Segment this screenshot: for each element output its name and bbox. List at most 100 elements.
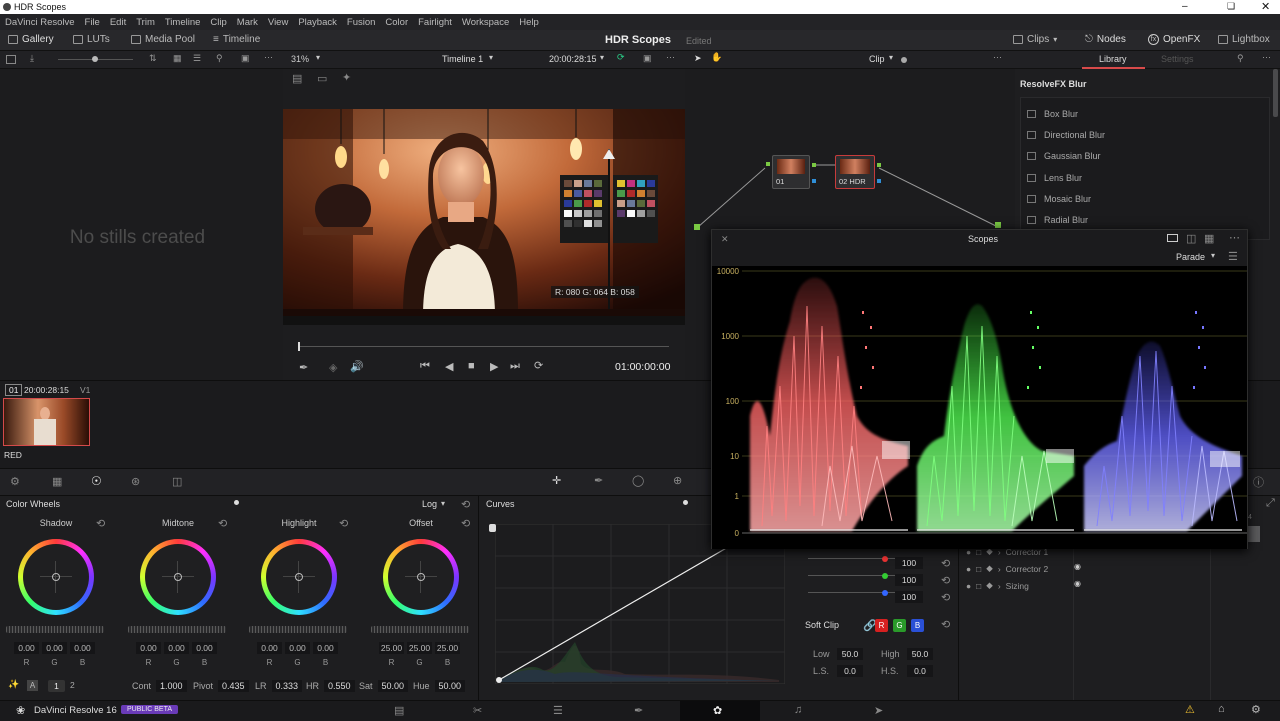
library-item-radial-blur[interactable]: Radial Blur — [1027, 215, 1088, 225]
close-icon[interactable]: ✕ — [721, 234, 729, 245]
slider-handle-b[interactable] — [882, 590, 888, 596]
menu-item[interactable]: Trim — [136, 17, 155, 28]
soft-clip-blue-button[interactable]: B — [911, 619, 924, 632]
chevron-right-icon[interactable]: › — [998, 564, 1001, 574]
menu-item[interactable]: Fairlight — [418, 17, 452, 28]
wheel-ring[interactable] — [261, 539, 337, 615]
ls-value[interactable]: 0.0 — [837, 665, 863, 677]
play-reverse-icon[interactable]: ◀ — [445, 360, 453, 373]
settings-gear-icon[interactable]: ⚙ — [1251, 703, 1261, 716]
wheel-puck[interactable] — [295, 573, 303, 581]
curves-icon[interactable]: ✛ — [552, 474, 561, 487]
chevron-down-icon[interactable]: ▾ — [1211, 251, 1215, 260]
menu-item[interactable]: Mark — [237, 17, 258, 28]
tab-library[interactable]: Library — [1099, 54, 1127, 64]
reset-icon[interactable]: ⟲ — [941, 557, 950, 570]
volume-icon[interactable]: 🔊 — [350, 360, 364, 373]
channel-slider-g[interactable] — [808, 575, 903, 576]
menu-item[interactable]: Edit — [110, 17, 126, 28]
tab-settings[interactable]: Settings — [1161, 54, 1194, 64]
value-g[interactable]: 0.00 — [42, 642, 67, 654]
reset-icon[interactable]: ⟲ — [461, 517, 470, 530]
contrast-value[interactable]: 1.000 — [156, 680, 187, 692]
node-mode-selector[interactable]: Clip — [869, 54, 885, 64]
value-b[interactable]: 0.00 — [70, 642, 95, 654]
menu-item[interactable]: Fusion — [347, 17, 376, 28]
import-still-icon[interactable]: ⤓ — [30, 53, 34, 64]
nodes-button[interactable]: ⎋ Nodes — [1085, 34, 1126, 45]
scope-type-selector[interactable]: Parade — [1176, 252, 1205, 262]
page-indicator[interactable] — [683, 500, 688, 505]
menu-item[interactable]: Help — [519, 17, 539, 28]
timeline-button[interactable]: ≡ Timeline — [213, 34, 260, 45]
edit-page-icon[interactable]: ☰ — [553, 704, 563, 717]
value-g[interactable]: 0.00 — [164, 642, 189, 654]
scope-settings-icon[interactable]: ☰ — [1228, 250, 1238, 263]
channel-value-r[interactable]: 100 — [895, 557, 923, 569]
curve-point-handle[interactable] — [489, 524, 496, 532]
master-wheel[interactable] — [6, 626, 104, 633]
info-icon[interactable]: ⓘ — [1253, 474, 1264, 490]
auto-color-icon[interactable]: A — [27, 680, 38, 691]
zoom-level[interactable]: 31% — [291, 54, 309, 64]
contrast-control[interactable]: Cont 1.000 — [132, 680, 187, 692]
restore-icon[interactable]: ❏ — [1227, 1, 1235, 12]
wheel-ring[interactable] — [383, 539, 459, 615]
node-01[interactable]: 01 — [772, 155, 810, 189]
soft-clip-red-button[interactable]: R — [875, 619, 888, 632]
slider-handle[interactable] — [92, 56, 98, 62]
fairlight-page-icon[interactable]: ♫ — [794, 704, 802, 716]
more-options-icon[interactable]: ⋯ — [993, 52, 1002, 63]
reset-icon[interactable]: ⟲ — [941, 574, 950, 587]
reset-icon[interactable]: ⟲ — [941, 591, 950, 604]
menu-item[interactable]: File — [85, 17, 100, 28]
value-b[interactable]: 0.00 — [313, 642, 338, 654]
timeline-selector[interactable]: Timeline 1 — [442, 54, 483, 64]
motion-effects-icon[interactable]: ◫ — [172, 475, 182, 488]
minimize-icon[interactable]: – — [1182, 1, 1188, 12]
node-02-hdr[interactable]: 02 HDR — [835, 155, 875, 189]
skip-to-start-icon[interactable]: ⏮ — [420, 360, 430, 373]
chevron-down-icon[interactable]: ▾ — [600, 53, 604, 62]
scrubber-track[interactable] — [299, 346, 669, 347]
lock-icon[interactable]: □ — [976, 564, 981, 574]
gallery-button[interactable]: Gallery — [8, 34, 54, 45]
low-value[interactable]: 50.0 — [837, 648, 863, 660]
fit-icon[interactable]: ▣ — [241, 53, 250, 64]
search-icon[interactable]: ⚲ — [216, 53, 223, 64]
cut-page-icon[interactable]: ✂ — [473, 704, 482, 717]
chevron-down-icon[interactable]: ▾ — [316, 53, 320, 62]
search-icon[interactable]: ⚲ — [1237, 53, 1244, 64]
value-r[interactable]: 25.00 — [379, 642, 404, 654]
reset-icon[interactable]: ⟲ — [96, 517, 105, 530]
quad-layout-icon[interactable]: ▦ — [1204, 232, 1214, 245]
dual-layout-icon[interactable]: ◫ — [1186, 232, 1196, 245]
grid-view-icon[interactable]: ▦ — [173, 53, 182, 64]
color-wheels-icon[interactable]: ☉ — [91, 474, 102, 488]
sidebar-toggle-icon[interactable] — [6, 55, 16, 64]
window-icon[interactable]: ◯ — [632, 474, 644, 487]
adjust-page-2[interactable]: 2 — [70, 680, 75, 690]
wheel-ring[interactable] — [18, 539, 94, 615]
expand-icon[interactable]: ⤢ — [1266, 497, 1275, 510]
tracker-icon[interactable]: ⊕ — [673, 474, 682, 487]
close-icon[interactable]: ✕ — [1261, 0, 1270, 13]
menu-item[interactable]: DaVinci Resolve — [5, 17, 75, 28]
fusion-page-icon[interactable]: ✒ — [634, 704, 643, 717]
lightbox-button[interactable]: Lightbox — [1218, 34, 1270, 45]
library-item-mosaic-blur[interactable]: Mosaic Blur — [1027, 194, 1091, 204]
lock-icon[interactable]: □ — [976, 581, 981, 591]
wheel-ring[interactable] — [140, 539, 216, 615]
loop-icon[interactable]: ⟳ — [617, 52, 625, 63]
channel-slider-b[interactable] — [808, 592, 903, 593]
play-icon[interactable]: ▶ — [490, 360, 498, 373]
slider-handle-g[interactable] — [882, 573, 888, 579]
hue-value[interactable]: 50.00 — [434, 680, 466, 692]
menu-item[interactable]: Playback — [298, 17, 337, 28]
skip-to-end-icon[interactable]: ⏭ — [510, 360, 520, 373]
source-input[interactable] — [694, 224, 700, 230]
value-r[interactable]: 0.00 — [257, 642, 282, 654]
wheel-puck[interactable] — [417, 573, 425, 581]
wipe-icon[interactable]: ▭ — [317, 72, 327, 85]
qualifier-icon[interactable]: ✒ — [594, 474, 603, 487]
